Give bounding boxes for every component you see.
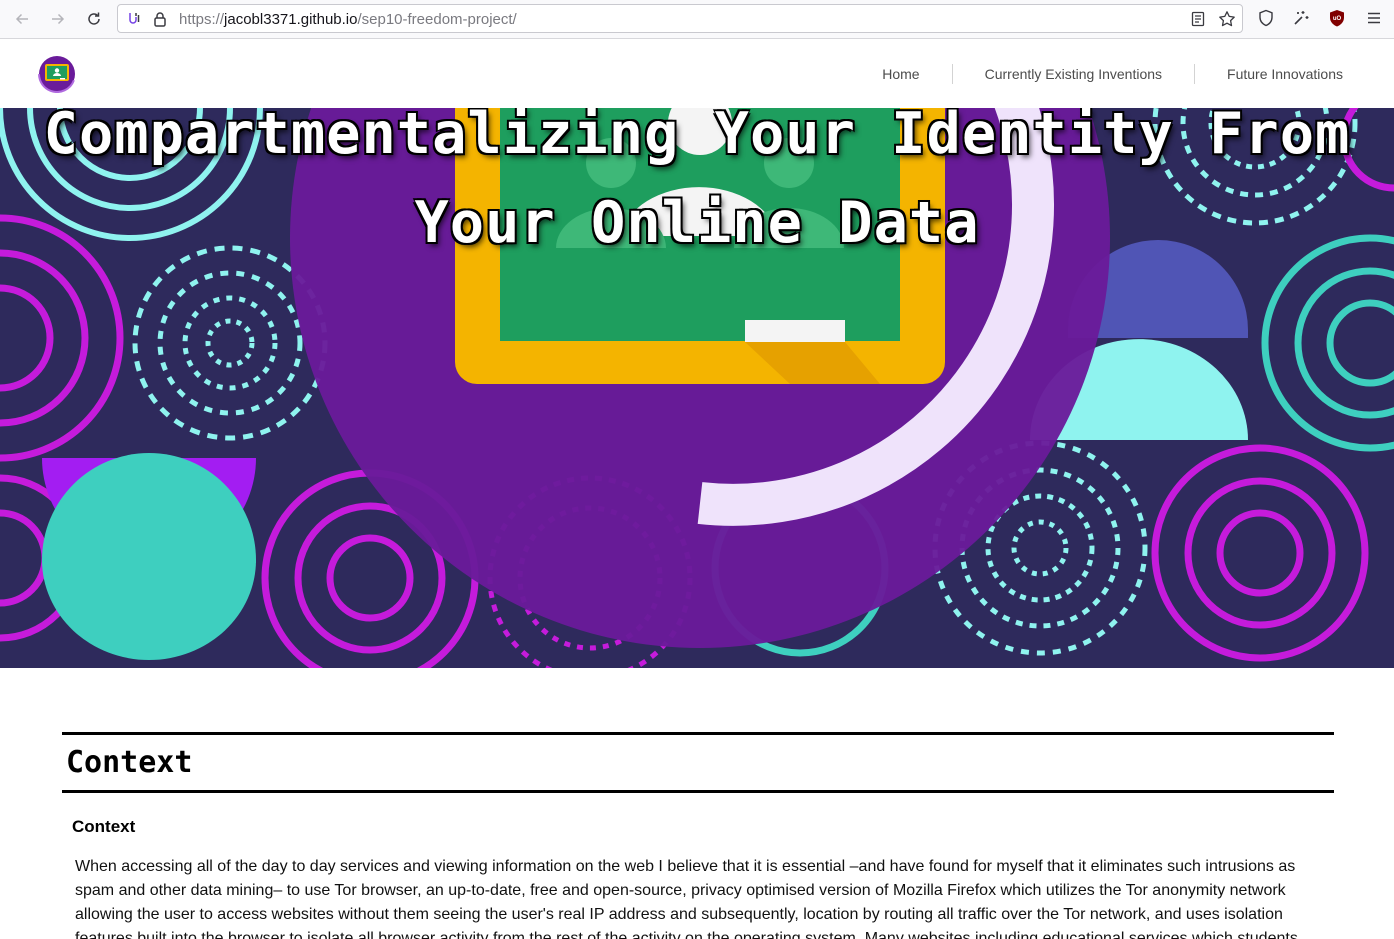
back-button[interactable] bbox=[9, 7, 35, 31]
permissions-icon[interactable] bbox=[126, 11, 142, 27]
url-host: jacobl3371.github.io bbox=[224, 11, 358, 28]
svg-text:uO: uO bbox=[1333, 16, 1342, 22]
extension-icon[interactable] bbox=[1292, 9, 1310, 27]
hero-title-line-1: Compartmentalizing Your Identity From bbox=[43, 108, 1351, 167]
section-header-box: Context bbox=[62, 732, 1334, 793]
nav-link-home[interactable]: Home bbox=[850, 64, 951, 84]
reader-view-icon[interactable] bbox=[1190, 11, 1206, 27]
forward-icon bbox=[52, 13, 65, 25]
context-paragraph: When accessing all of the day to day ser… bbox=[75, 858, 1298, 939]
nav-link-future-innovations[interactable]: Future Innovations bbox=[1194, 64, 1359, 84]
bookmark-star-icon[interactable] bbox=[1218, 10, 1236, 28]
address-bar[interactable]: https://jacobl3371.github.io/sep10-freed… bbox=[117, 4, 1243, 33]
hero-title: Compartmentalizing Your Identity From Yo… bbox=[0, 108, 1394, 268]
nav-link-existing-inventions[interactable]: Currently Existing Inventions bbox=[951, 64, 1194, 84]
section-title: Context bbox=[66, 745, 193, 780]
site-nav: Home Currently Existing Inventions Futur… bbox=[850, 64, 1359, 84]
url-scheme: https:// bbox=[179, 11, 225, 28]
site-header: Home Currently Existing Inventions Futur… bbox=[0, 40, 1394, 108]
reload-button[interactable] bbox=[81, 7, 107, 31]
back-icon bbox=[15, 13, 28, 25]
url-text[interactable]: https://jacobl3371.github.io/sep10-freed… bbox=[179, 11, 517, 28]
shield-icon[interactable] bbox=[1257, 9, 1275, 27]
forward-button[interactable] bbox=[45, 7, 71, 31]
sub-heading: Context bbox=[72, 817, 136, 836]
ublock-icon[interactable]: uO bbox=[1328, 9, 1346, 27]
url-path: /sep10-freedom-project/ bbox=[357, 11, 517, 28]
hero-banner: Compartmentalizing Your Identity From Yo… bbox=[0, 108, 1394, 668]
hero-title-line-2: Your Online Data bbox=[414, 190, 980, 256]
menu-icon[interactable] bbox=[1365, 9, 1383, 27]
browser-toolbar: https://jacobl3371.github.io/sep10-freed… bbox=[0, 0, 1394, 39]
lock-icon[interactable] bbox=[152, 11, 168, 27]
reload-icon bbox=[88, 12, 100, 25]
google-classroom-logo[interactable] bbox=[38, 55, 76, 93]
